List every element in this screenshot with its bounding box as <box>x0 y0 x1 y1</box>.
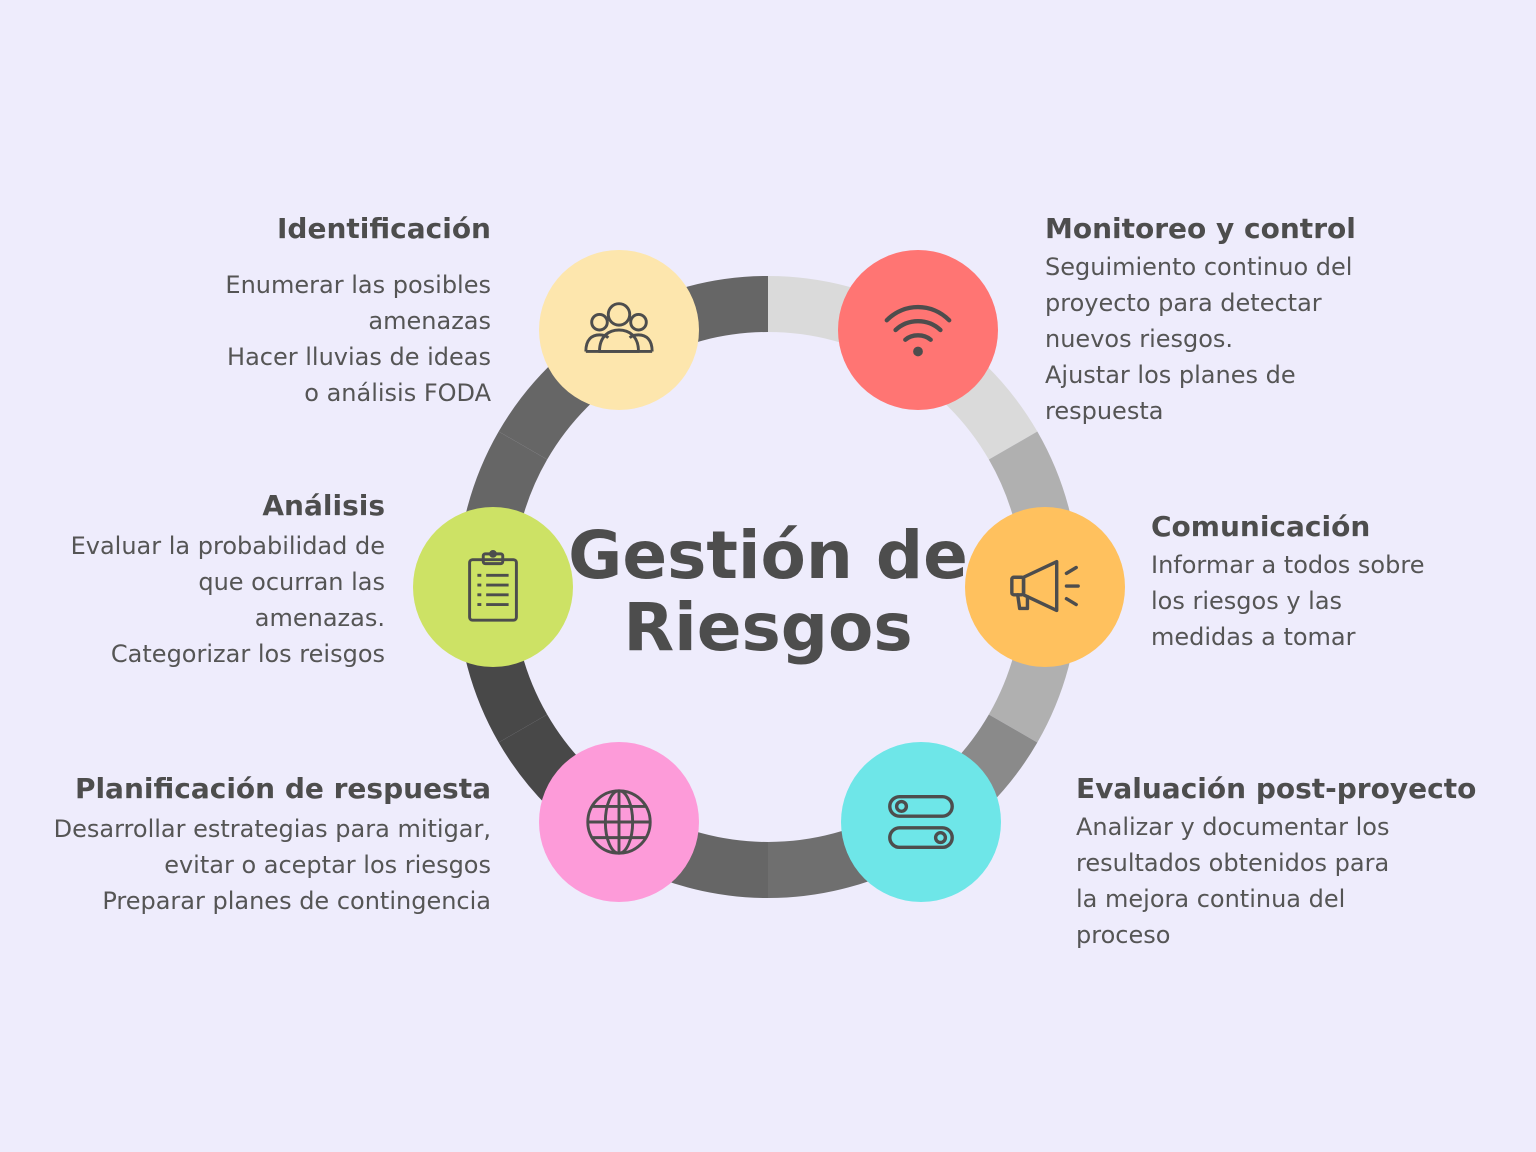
block-planificacion: Planificación de respuesta Desarrollar e… <box>54 772 491 919</box>
title-identificacion: Identificación <box>277 212 491 245</box>
title-comunicacion: Comunicación <box>1151 510 1371 543</box>
desc-identificacion-2: amenazas <box>368 307 491 335</box>
center-title-line-1: Gestión de <box>568 517 968 594</box>
block-analisis: Análisis Evaluar la probabilidad de que … <box>71 489 385 672</box>
desc-analisis-1: Evaluar la probabilidad de <box>70 532 385 560</box>
desc-analisis-4: Categorizar los reisgos <box>110 640 385 668</box>
block-monitoreo: Monitoreo y control Seguimiento continuo… <box>1045 212 1356 429</box>
desc-identificacion-3: Hacer lluvias de ideas <box>227 343 491 371</box>
block-identificacion: Identificación Enumerar las posibles ame… <box>225 212 491 411</box>
center-title: Gestión de Riesgos <box>568 520 968 664</box>
node-comunicacion <box>965 507 1125 667</box>
desc-analisis-3: amenazas. <box>254 604 385 632</box>
desc-identificacion-4: o análisis FODA <box>304 379 491 407</box>
desc-comunicacion-3: medidas a tomar <box>1151 623 1356 651</box>
desc-monitoreo-4: Ajustar los planes de <box>1045 361 1296 389</box>
wifi-icon <box>884 305 952 357</box>
globe-icon <box>586 789 652 855</box>
node-planificacion <box>539 742 699 902</box>
title-monitoreo: Monitoreo y control <box>1045 212 1356 245</box>
title-planificacion: Planificación de respuesta <box>74 772 491 805</box>
desc-evaluacion-1: Analizar y documentar los <box>1076 813 1390 841</box>
node-evaluacion <box>841 742 1001 902</box>
desc-evaluacion-4: proceso <box>1076 921 1171 949</box>
desc-planificacion-3: Preparar planes de contingencia <box>102 887 491 915</box>
toggles-icon <box>888 794 954 850</box>
block-comunicacion: Comunicación Informar a todos sobre los … <box>1151 510 1424 655</box>
desc-monitoreo-1: Seguimiento continuo del <box>1045 253 1353 281</box>
center-title-line-2: Riesgos <box>623 589 913 666</box>
desc-comunicacion-1: Informar a todos sobre <box>1151 551 1425 579</box>
desc-comunicacion-2: los riesgos y las <box>1151 587 1343 615</box>
clipboard-icon <box>468 549 518 622</box>
desc-monitoreo-5: respuesta <box>1045 397 1164 425</box>
megaphone-icon <box>1010 559 1080 613</box>
users-icon <box>584 302 654 353</box>
desc-planificacion-2: evitar o aceptar los riesgos <box>164 851 491 879</box>
desc-monitoreo-2: proyecto para detectar <box>1045 289 1322 317</box>
title-analisis: Análisis <box>262 489 385 522</box>
desc-evaluacion-3: la mejora continua del <box>1076 885 1346 913</box>
desc-planificacion-1: Desarrollar estrategias para mitigar, <box>53 815 491 843</box>
desc-monitoreo-3: nuevos riesgos. <box>1045 325 1234 353</box>
desc-analisis-2: que ocurran las <box>198 568 385 596</box>
node-monitoreo <box>838 250 998 410</box>
title-evaluacion: Evaluación post-proyecto <box>1076 772 1477 805</box>
node-identificacion <box>539 250 699 410</box>
desc-identificacion-1: Enumerar las posibles <box>225 271 491 299</box>
block-evaluacion: Evaluación post-proyecto Analizar y docu… <box>1076 772 1476 953</box>
desc-evaluacion-2: resultados obtenidos para <box>1076 849 1390 877</box>
node-analisis <box>413 507 573 667</box>
